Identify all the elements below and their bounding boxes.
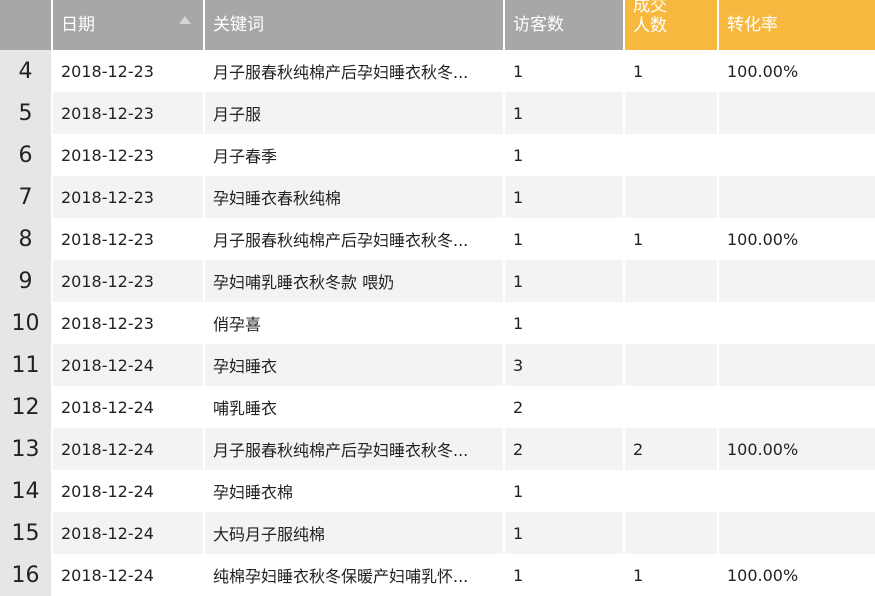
cell-deals[interactable] [625, 176, 717, 218]
cell-deals[interactable] [625, 470, 717, 512]
cell-date[interactable]: 2018-12-23 [53, 176, 203, 218]
cell-date[interactable]: 2018-12-23 [53, 260, 203, 302]
corner-header[interactable] [0, 0, 51, 50]
cell-keyword[interactable]: 月子服春秋纯棉产后孕妇睡衣秋冬... [205, 50, 503, 92]
cell-date[interactable]: 2018-12-24 [53, 512, 203, 554]
column-header-keyword[interactable]: 关键词 [205, 0, 503, 50]
cell-deals[interactable] [625, 302, 717, 344]
cell-visitors[interactable]: 2 [505, 428, 623, 470]
cell-conversion[interactable]: 100.00% [719, 554, 875, 596]
cell-deals[interactable] [625, 512, 717, 554]
cell-date[interactable]: 2018-12-23 [53, 50, 203, 92]
cell-date[interactable]: 2018-12-23 [53, 134, 203, 176]
row-number[interactable]: 10 [0, 302, 51, 344]
cell-conversion[interactable] [719, 92, 875, 134]
cell-visitors[interactable]: 1 [505, 512, 623, 554]
cell-keyword[interactable]: 纯棉孕妇睡衣秋冬保暖产妇哺乳怀... [205, 554, 503, 596]
row-number[interactable]: 15 [0, 512, 51, 554]
cell-date[interactable]: 2018-12-24 [53, 428, 203, 470]
cell-visitors[interactable]: 1 [505, 260, 623, 302]
cell-deals[interactable] [625, 344, 717, 386]
cell-deals[interactable]: 1 [625, 554, 717, 596]
row-number[interactable]: 7 [0, 176, 51, 218]
cell-keyword[interactable]: 月子服春秋纯棉产后孕妇睡衣秋冬... [205, 428, 503, 470]
cell-visitors[interactable]: 1 [505, 176, 623, 218]
column-header-deals[interactable]: 成交 人数 [625, 0, 717, 50]
cell-deals[interactable] [625, 92, 717, 134]
cell-conversion[interactable] [719, 470, 875, 512]
cell-keyword[interactable]: 月子服春秋纯棉产后孕妇睡衣秋冬... [205, 218, 503, 260]
cell-keyword[interactable]: 孕妇哺乳睡衣秋冬款 喂奶 [205, 260, 503, 302]
cell-deals[interactable]: 2 [625, 428, 717, 470]
cell-deals[interactable]: 1 [625, 218, 717, 260]
column-header-conversion[interactable]: 转化率 [719, 0, 875, 50]
cell-keyword[interactable]: 月子春季 [205, 134, 503, 176]
row-number[interactable]: 14 [0, 470, 51, 512]
cell-conversion[interactable] [719, 302, 875, 344]
column-header-date-label: 日期 [61, 15, 95, 35]
row-number[interactable]: 4 [0, 50, 51, 92]
cell-conversion[interactable]: 100.00% [719, 428, 875, 470]
column-header-deals-line1: 成交 [633, 0, 667, 16]
cell-date[interactable]: 2018-12-24 [53, 554, 203, 596]
cell-deals[interactable] [625, 260, 717, 302]
cell-visitors[interactable]: 3 [505, 344, 623, 386]
cell-date[interactable]: 2018-12-24 [53, 470, 203, 512]
cell-date[interactable]: 2018-12-23 [53, 302, 203, 344]
cell-keyword[interactable]: 孕妇睡衣春秋纯棉 [205, 176, 503, 218]
column-header-date[interactable]: 日期 [53, 0, 203, 50]
cell-visitors[interactable]: 1 [505, 470, 623, 512]
cell-date[interactable]: 2018-12-23 [53, 92, 203, 134]
cell-deals[interactable]: 1 [625, 50, 717, 92]
row-number[interactable]: 8 [0, 218, 51, 260]
cell-keyword[interactable]: 孕妇睡衣 [205, 344, 503, 386]
cell-keyword[interactable]: 孕妇睡衣棉 [205, 470, 503, 512]
cell-conversion[interactable] [719, 260, 875, 302]
cell-conversion[interactable] [719, 344, 875, 386]
cell-keyword[interactable]: 俏孕喜 [205, 302, 503, 344]
cell-visitors[interactable]: 1 [505, 302, 623, 344]
cell-keyword[interactable]: 大码月子服纯棉 [205, 512, 503, 554]
row-number[interactable]: 5 [0, 92, 51, 134]
column-header-visitors[interactable]: 访客数 [505, 0, 623, 50]
cell-date[interactable]: 2018-12-24 [53, 386, 203, 428]
column-header-conversion-label: 转化率 [727, 15, 778, 35]
cell-visitors[interactable]: 1 [505, 218, 623, 260]
cell-conversion[interactable]: 100.00% [719, 218, 875, 260]
cell-conversion[interactable] [719, 176, 875, 218]
cell-conversion[interactable] [719, 134, 875, 176]
row-number[interactable]: 11 [0, 344, 51, 386]
sort-up-icon[interactable] [179, 16, 191, 24]
cell-visitors[interactable]: 1 [505, 92, 623, 134]
column-header-deals-line2: 人数 [633, 16, 667, 36]
data-table: 日期 关键词 访客数 成交 人数 转化率 4 2018-12-23 月子服春秋纯棉产… [0, 0, 875, 596]
cell-deals[interactable] [625, 386, 717, 428]
cell-date[interactable]: 2018-12-23 [53, 218, 203, 260]
cell-keyword[interactable]: 哺乳睡衣 [205, 386, 503, 428]
row-number[interactable]: 6 [0, 134, 51, 176]
column-header-visitors-label: 访客数 [513, 15, 564, 35]
row-number[interactable]: 12 [0, 386, 51, 428]
cell-conversion[interactable]: 100.00% [719, 50, 875, 92]
cell-visitors[interactable]: 1 [505, 134, 623, 176]
cell-visitors[interactable]: 1 [505, 554, 623, 596]
row-number[interactable]: 16 [0, 554, 51, 596]
cell-conversion[interactable] [719, 512, 875, 554]
cell-keyword[interactable]: 月子服 [205, 92, 503, 134]
row-number[interactable]: 13 [0, 428, 51, 470]
cell-deals[interactable] [625, 134, 717, 176]
row-number[interactable]: 9 [0, 260, 51, 302]
column-header-keyword-label: 关键词 [213, 15, 264, 35]
cell-visitors[interactable]: 2 [505, 386, 623, 428]
cell-conversion[interactable] [719, 386, 875, 428]
cell-visitors[interactable]: 1 [505, 50, 623, 92]
cell-date[interactable]: 2018-12-24 [53, 344, 203, 386]
